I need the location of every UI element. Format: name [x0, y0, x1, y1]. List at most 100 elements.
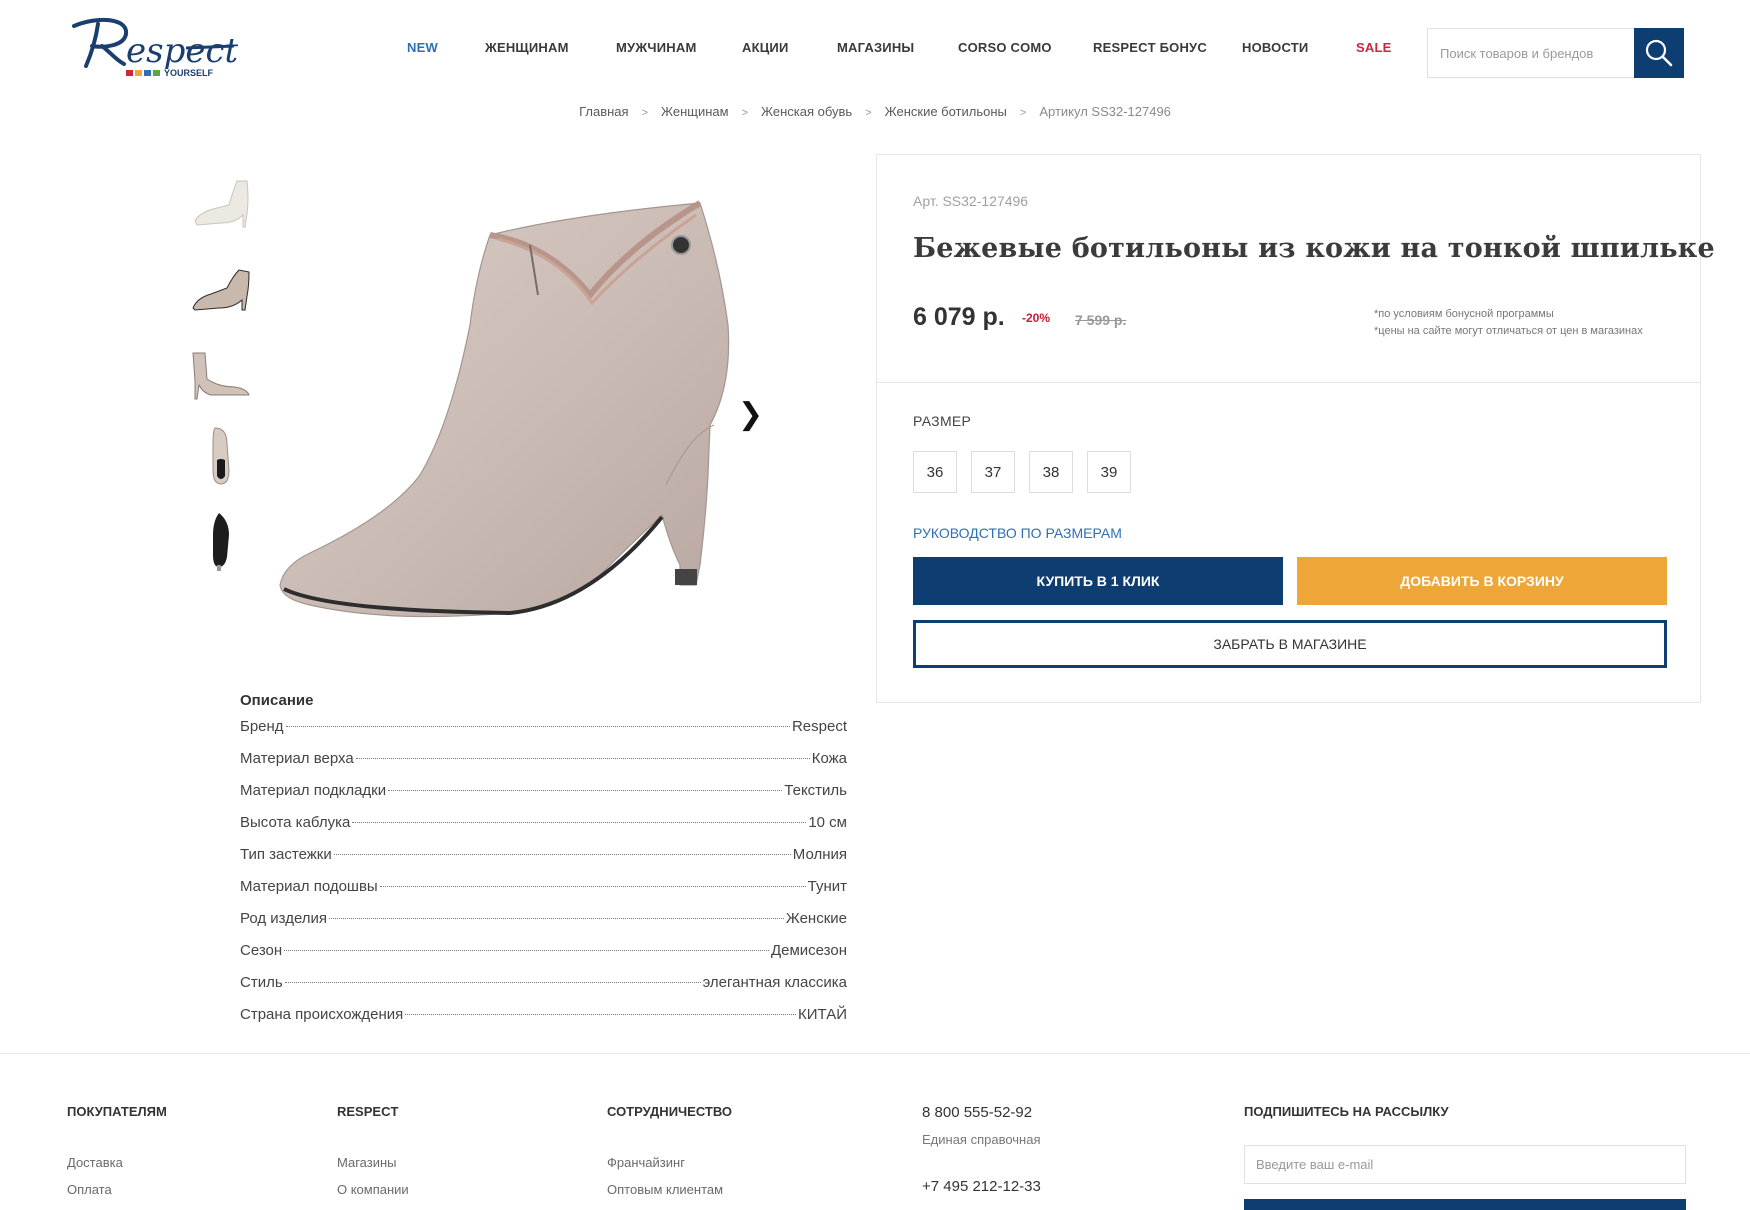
spec-value: Текстиль — [784, 782, 847, 799]
nav-item-promotions[interactable]: АКЦИИ — [742, 40, 789, 55]
footer-link-payment[interactable]: Оплата — [67, 1182, 112, 1197]
product-panel: Арт. SS32-127496 Бежевые ботильоны из ко… — [876, 154, 1715, 703]
gallery-thumbnail[interactable] — [188, 338, 254, 404]
footer-respect-title: RESPECT — [337, 1104, 399, 1119]
footer-partners-title: СОТРУДНИЧЕСТВО — [607, 1104, 733, 1119]
nav-item-corso-como[interactable]: CORSO COMO — [958, 40, 1052, 55]
spec-leader — [355, 758, 810, 759]
respect-logo[interactable]: espect YOURSELF — [68, 12, 238, 84]
pickup-in-store-button[interactable]: ЗАБРАТЬ В МАГАЗИНЕ — [913, 620, 1667, 668]
nav-item-sale[interactable]: SALE — [1356, 40, 1391, 55]
product-main-image[interactable] — [270, 185, 740, 645]
discount-badge: -20% — [1022, 311, 1051, 325]
spec-value: КИТАЙ — [798, 1006, 847, 1023]
spec-value: Женские — [785, 910, 847, 927]
buy-one-click-button[interactable]: КУПИТЬ В 1 КЛИК — [913, 557, 1283, 605]
site-header: espect YOURSELF NEW ЖЕНЩИНАМ МУЖЧИНАМ АК… — [0, 0, 1750, 100]
spec-leader — [379, 886, 806, 887]
description-title: Описание — [240, 692, 314, 709]
chevron-right-icon: > — [865, 107, 872, 119]
search-icon — [1645, 39, 1673, 67]
subscribe-email-input[interactable] — [1244, 1145, 1686, 1184]
add-to-cart-button[interactable]: ДОБАВИТЬ В КОРЗИНУ — [1297, 557, 1667, 605]
breadcrumb-women[interactable]: Женщинам — [661, 104, 729, 119]
search-button[interactable] — [1634, 28, 1684, 78]
size-option-37[interactable]: 37 — [971, 451, 1015, 493]
size-guide-link[interactable]: РУКОВОДСТВО ПО РАЗМЕРАМ — [913, 525, 1122, 541]
spec-row: Страна происхождения КИТАЙ — [240, 1006, 847, 1038]
nav-item-respect-bonus[interactable]: RESPECT БОНУС — [1093, 40, 1207, 55]
footer-link-delivery[interactable]: Доставка — [67, 1155, 123, 1170]
footer-subscribe-title: ПОДПИШИТЕСЬ НА РАССЫЛКУ — [1244, 1104, 1449, 1119]
nav-item-news[interactable]: НОВОСТИ — [1242, 40, 1308, 55]
footer-phone-label: Единая справочная — [922, 1132, 1041, 1147]
spec-leader — [329, 918, 784, 919]
search-input[interactable] — [1427, 28, 1634, 78]
spec-value: Молния — [792, 846, 847, 863]
chevron-right-icon: > — [641, 107, 648, 119]
spec-key: Род изделия — [240, 910, 328, 927]
spec-key: Страна происхождения — [240, 1006, 404, 1023]
gallery-next-arrow[interactable]: ❯ — [738, 398, 763, 432]
footer-divider — [0, 1053, 1750, 1054]
subscribe-button[interactable] — [1244, 1199, 1686, 1210]
spec-leader — [285, 726, 790, 727]
spec-key: Бренд — [240, 718, 284, 735]
breadcrumb-women-booties[interactable]: Женские ботильоны — [885, 104, 1007, 119]
nav-item-men[interactable]: МУЖЧИНАМ — [616, 40, 697, 55]
footer-link-franchise[interactable]: Франчайзинг — [607, 1155, 685, 1170]
gallery-thumbnail[interactable] — [188, 253, 254, 319]
footer-link-wholesale[interactable]: Оптовым клиентам — [607, 1182, 723, 1197]
spec-row: Высота каблука 10 см — [240, 814, 847, 846]
price-note: *цены на сайте могут отличаться от цен в… — [1374, 325, 1643, 337]
panel-divider — [877, 382, 1700, 383]
footer-buyers-title: ПОКУПАТЕЛЯМ — [67, 1104, 167, 1119]
spec-key: Материал верха — [240, 750, 354, 767]
spec-key: Материал подошвы — [240, 878, 378, 895]
size-option-36[interactable]: 36 — [913, 451, 957, 493]
chevron-right-icon: > — [741, 107, 748, 119]
spec-leader — [388, 790, 783, 791]
size-option-39[interactable]: 39 — [1087, 451, 1131, 493]
spec-leader — [284, 982, 701, 983]
footer-link-about[interactable]: О компании — [337, 1182, 409, 1197]
spec-leader — [284, 950, 769, 951]
nav-item-stores[interactable]: МАГАЗИНЫ — [837, 40, 914, 55]
gallery-thumbnail[interactable] — [188, 168, 254, 234]
spec-row: Материал подкладки Текстиль — [240, 782, 847, 814]
spec-value: Демисезон — [770, 942, 847, 959]
spec-key: Высота каблука — [240, 814, 351, 831]
footer-phone-second[interactable]: +7 495 212-12-33 — [922, 1178, 1041, 1195]
spec-key: Сезон — [240, 942, 283, 959]
spec-row: Материал верха Кожа — [240, 750, 847, 782]
nav-item-new[interactable]: NEW — [407, 40, 438, 55]
spec-leader — [352, 822, 807, 823]
spec-leader — [405, 1014, 797, 1015]
spec-value: 10 см — [808, 814, 847, 831]
product-title: Бежевые ботильоны из кожи на тонкой шпил… — [913, 233, 1715, 264]
spec-row: Род изделия Женские — [240, 910, 847, 942]
logo-subtext: YOURSELF — [164, 68, 214, 78]
breadcrumb-home[interactable]: Главная — [579, 104, 628, 119]
size-option-38[interactable]: 38 — [1029, 451, 1073, 493]
nav-item-women[interactable]: ЖЕНЩИНАМ — [485, 40, 569, 55]
old-price: 7 599 р. — [1075, 312, 1127, 328]
spec-key: Тип застежки — [240, 846, 332, 863]
svg-text:espect: espect — [126, 31, 238, 71]
gallery-thumbnail[interactable] — [188, 423, 254, 489]
spec-value: элегантная классика — [702, 974, 847, 991]
footer-link-stores[interactable]: Магазины — [337, 1155, 397, 1170]
product-price: 6 079 р. — [913, 303, 1005, 331]
spec-value: Respect — [791, 718, 847, 735]
breadcrumb-women-shoes[interactable]: Женская обувь — [761, 104, 852, 119]
spec-value: Тунит — [807, 878, 847, 895]
breadcrumb: Главная > Женщинам > Женская обувь > Женские б… — [0, 104, 1750, 119]
spec-leader — [333, 854, 791, 855]
spec-key: Стиль — [240, 974, 283, 991]
product-specs: Бренд Respect Материал верха Кожа Материал… — [240, 718, 847, 1038]
gallery-thumbnails — [188, 168, 254, 593]
footer-phone-main[interactable]: 8 800 555-52-92 — [922, 1104, 1032, 1121]
bonus-note: *по условиям бонусной программы — [1374, 308, 1554, 320]
spec-row: Сезон Демисезон — [240, 942, 847, 974]
gallery-thumbnail[interactable] — [188, 508, 254, 574]
